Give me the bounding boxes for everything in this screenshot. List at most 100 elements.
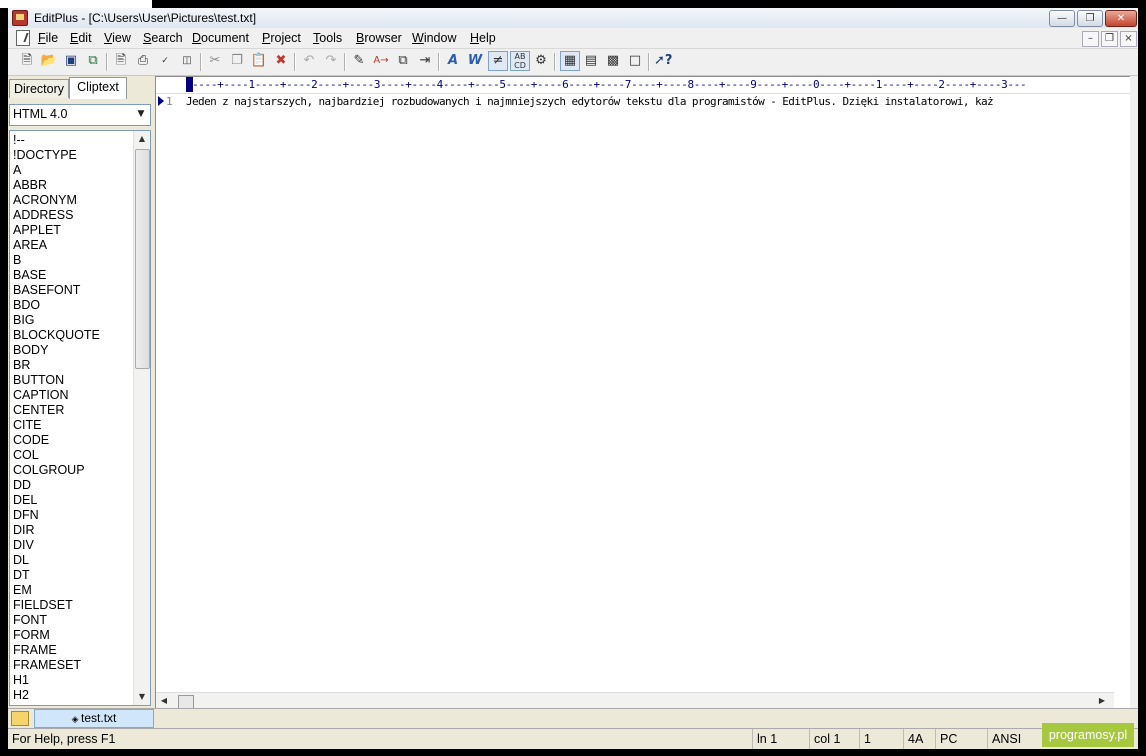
tag-list-item[interactable]: H2 — [13, 688, 131, 703]
scroll-right-icon[interactable]: ▶ — [1094, 693, 1110, 709]
tag-list-item[interactable]: CAPTION — [13, 388, 131, 403]
tag-list-item[interactable]: COL — [13, 448, 131, 463]
menu-edit[interactable]: Edit — [70, 31, 92, 45]
mdi-close-button[interactable]: × — [1120, 31, 1137, 47]
scroll-up-icon[interactable]: ▲ — [134, 131, 150, 147]
options-icon[interactable]: ⚙ — [532, 52, 550, 70]
output-icon[interactable]: ▩ — [604, 52, 622, 70]
mdi-restore-button[interactable]: ❐ — [1101, 31, 1118, 47]
scroll-thumb[interactable] — [135, 149, 150, 369]
tag-list-item[interactable]: BDO — [13, 298, 131, 313]
menu-view[interactable]: View — [104, 31, 131, 45]
tag-list-item[interactable]: B — [13, 253, 131, 268]
tag-list-item[interactable]: DEL — [13, 493, 131, 508]
delete-icon[interactable]: ✖ — [272, 52, 290, 70]
view-directory-icon[interactable]: ▦ — [560, 51, 580, 71]
view-cliptext-icon[interactable]: ▤ — [582, 52, 600, 70]
tag-list-item[interactable]: DIR — [13, 523, 131, 538]
menu-browser[interactable]: Browser — [356, 31, 402, 45]
print-icon[interactable]: ⎙ — [134, 52, 152, 70]
chevron-down-icon[interactable]: ▼ — [134, 107, 148, 122]
menu-file[interactable]: File — [38, 31, 58, 45]
replace-icon[interactable]: A→ — [372, 52, 390, 70]
tag-list-item[interactable]: !DOCTYPE — [13, 148, 131, 163]
document-icon[interactable] — [16, 30, 30, 46]
tag-list-item[interactable]: FIELDSET — [13, 598, 131, 613]
redo-icon[interactable]: ↷ — [322, 52, 340, 70]
tag-list-item[interactable]: !-- — [13, 133, 131, 148]
tag-list-item[interactable]: ACRONYM — [13, 193, 131, 208]
font-icon[interactable]: A — [444, 52, 462, 70]
tab-cliptext[interactable]: Cliptext — [69, 77, 127, 99]
copy-format-icon[interactable]: ⧉ — [394, 52, 412, 70]
tag-list-item[interactable]: ADDRESS — [13, 208, 131, 223]
tag-list-item[interactable]: CENTER — [13, 403, 131, 418]
cut-icon[interactable]: ✂ — [206, 52, 224, 70]
tag-list-scrollbar[interactable]: ▲ ▼ — [133, 131, 150, 705]
tag-list-item[interactable]: APPLET — [13, 223, 131, 238]
tag-list-item[interactable]: AREA — [13, 238, 131, 253]
tag-list-item[interactable]: BUTTON — [13, 373, 131, 388]
indent-icon[interactable]: ⇥ — [416, 52, 434, 70]
word-wrap-icon[interactable]: ≠ — [488, 51, 508, 71]
close-button[interactable]: ✕ — [1105, 10, 1137, 27]
tag-list-item[interactable]: CITE — [13, 418, 131, 433]
bold-italic-icon[interactable]: W — [466, 52, 484, 70]
tag-list-item[interactable]: ABBR — [13, 178, 131, 193]
tag-list-item[interactable]: FRAMESET — [13, 658, 131, 673]
tag-list-item[interactable]: BLOCKQUOTE — [13, 328, 131, 343]
menu-search[interactable]: Search — [143, 31, 183, 45]
editor-text-line[interactable]: Jeden z najstarszych, najbardziej rozbud… — [186, 95, 1121, 108]
spell-check-icon[interactable]: ✓ — [156, 52, 174, 70]
tag-list-item[interactable]: BIG — [13, 313, 131, 328]
undo-icon[interactable]: ↶ — [300, 52, 318, 70]
editor-horizontal-scrollbar[interactable]: ◀ ▶ — [156, 692, 1114, 709]
mdi-minimize-button[interactable]: – — [1082, 31, 1099, 47]
tag-list-item[interactable]: EM — [13, 583, 131, 598]
tab-directory[interactable]: Directory — [9, 79, 69, 98]
paste-icon[interactable]: 📋 — [250, 52, 268, 70]
folder-icon[interactable] — [11, 711, 29, 726]
copy-icon[interactable]: ❐ — [228, 52, 246, 70]
editor-pane[interactable]: ----+----1----+----2----+----3----+----4… — [155, 76, 1132, 710]
tag-list-item[interactable]: BASEFONT — [13, 283, 131, 298]
minimize-button[interactable]: — — [1049, 10, 1075, 27]
tag-list-item[interactable]: BASE — [13, 268, 131, 283]
maximize-button[interactable]: ❐ — [1077, 10, 1103, 27]
print-preview-icon[interactable]: 🖹 — [112, 52, 130, 70]
tag-list-item[interactable]: A — [13, 163, 131, 178]
scroll-thumb[interactable] — [178, 695, 194, 709]
find-icon[interactable]: ✎ — [350, 52, 368, 70]
cliptext-tag-list[interactable]: !-- !DOCTYPE A ABBR ACRONYM ADDRESS APPLET AREA… — [9, 130, 151, 706]
menu-window[interactable]: Window — [412, 31, 456, 45]
menu-project[interactable]: Project — [262, 31, 301, 45]
editor-vertical-scrollbar[interactable] — [1130, 76, 1138, 708]
tag-list-item[interactable]: DIV — [13, 538, 131, 553]
menu-document[interactable]: Document — [192, 31, 249, 45]
tag-list-item[interactable]: FORM — [13, 628, 131, 643]
save-all-icon[interactable]: ⧉ — [84, 52, 102, 70]
tag-list-item[interactable]: H1 — [13, 673, 131, 688]
tag-list-item[interactable]: BODY — [13, 343, 131, 358]
tag-list-item[interactable]: DT — [13, 568, 131, 583]
editplus-app-icon[interactable] — [12, 10, 28, 26]
menu-tools[interactable]: Tools — [313, 31, 342, 45]
document-tab[interactable]: ◈ test.txt — [34, 709, 154, 728]
cliptext-library-select[interactable]: HTML 4.0 ▼ — [9, 104, 151, 126]
ruler-icon[interactable]: AB CD — [510, 51, 530, 71]
scroll-down-icon[interactable]: ▼ — [134, 689, 150, 705]
tag-list-item[interactable]: FRAME — [13, 643, 131, 658]
new-file-icon[interactable]: 🗎 — [18, 52, 36, 70]
tag-list-item[interactable]: BR — [13, 358, 131, 373]
help-context-icon[interactable]: ➚? — [654, 52, 672, 70]
tag-list-item[interactable]: DD — [13, 478, 131, 493]
tag-list-item[interactable]: DFN — [13, 508, 131, 523]
function-list-icon[interactable]: □ — [626, 52, 644, 70]
tag-list-item[interactable]: CODE — [13, 433, 131, 448]
save-icon[interactable]: ▣ — [62, 52, 80, 70]
html-preview-icon[interactable]: ◫ — [178, 52, 196, 70]
tag-list-item[interactable]: COLGROUP — [13, 463, 131, 478]
scroll-left-icon[interactable]: ◀ — [156, 693, 172, 709]
tag-list-item[interactable]: DL — [13, 553, 131, 568]
tag-list-item[interactable]: FONT — [13, 613, 131, 628]
